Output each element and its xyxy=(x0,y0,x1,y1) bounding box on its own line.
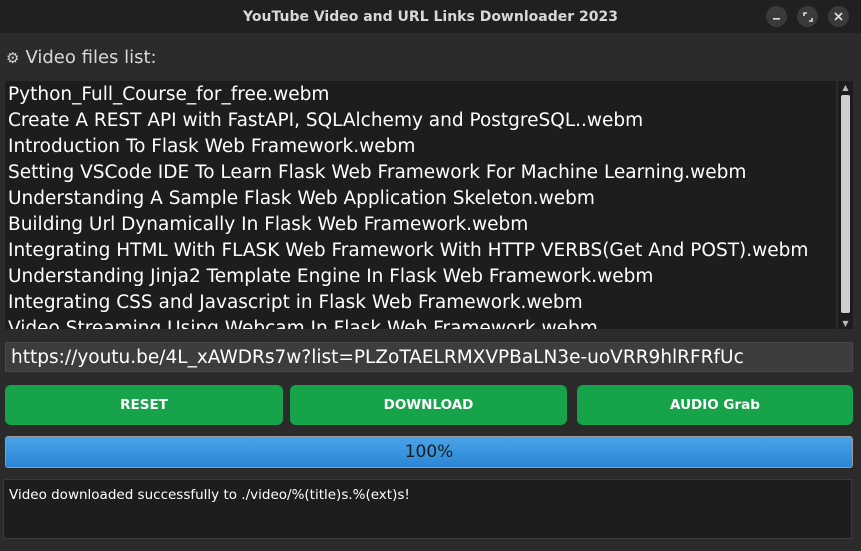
scroll-down-icon[interactable]: ▼ xyxy=(838,317,853,329)
status-message: Video downloaded successfully to ./video… xyxy=(9,487,410,503)
list-item[interactable]: Create A REST API with FastAPI, SQLAlche… xyxy=(5,108,836,134)
list-item[interactable]: Understanding Jinja2 Template Engine In … xyxy=(5,264,836,290)
minimize-icon[interactable] xyxy=(766,6,787,27)
video-files-label: ⚙ Video files list: xyxy=(6,47,157,68)
window-controls xyxy=(766,6,849,27)
list-item[interactable]: Introduction To Flask Web Framework.webm xyxy=(5,134,836,160)
close-icon[interactable] xyxy=(828,6,849,27)
video-files-label-text: Video files list: xyxy=(25,47,157,68)
list-item[interactable]: Understanding A Sample Flask Web Applica… xyxy=(5,186,836,212)
download-button[interactable]: DOWNLOAD xyxy=(290,385,567,425)
list-item[interactable]: Integrating HTML With FLASK Web Framewor… xyxy=(5,238,836,264)
url-input[interactable] xyxy=(5,342,853,372)
list-item[interactable]: Python_Full_Course_for_free.webm xyxy=(5,82,836,108)
restore-icon[interactable] xyxy=(797,6,818,27)
status-message-box: Video downloaded successfully to ./video… xyxy=(3,479,852,539)
video-files-list[interactable]: Python_Full_Course_for_free.webm Create … xyxy=(5,81,836,329)
list-item[interactable]: Video Streaming Using Webcam In Flask We… xyxy=(5,316,836,329)
list-item[interactable]: Integrating CSS and Javascript in Flask … xyxy=(5,290,836,316)
download-progress-bar: 100% xyxy=(5,436,853,468)
gear-icon: ⚙ xyxy=(6,48,20,67)
list-item[interactable]: Building Url Dynamically In Flask Web Fr… xyxy=(5,212,836,238)
scroll-thumb[interactable] xyxy=(841,95,850,313)
list-scrollbar[interactable]: ▲ ▼ xyxy=(838,81,853,329)
reset-button[interactable]: RESET xyxy=(5,385,283,425)
window-title: YouTube Video and URL Links Downloader 2… xyxy=(243,8,618,25)
list-item[interactable]: Setting VSCode IDE To Learn Flask Web Fr… xyxy=(5,160,836,186)
audio-grab-button[interactable]: AUDIO Grab xyxy=(577,385,853,425)
title-bar: YouTube Video and URL Links Downloader 2… xyxy=(0,0,861,33)
progress-label: 100% xyxy=(404,442,454,462)
scroll-up-icon[interactable]: ▲ xyxy=(838,81,853,93)
